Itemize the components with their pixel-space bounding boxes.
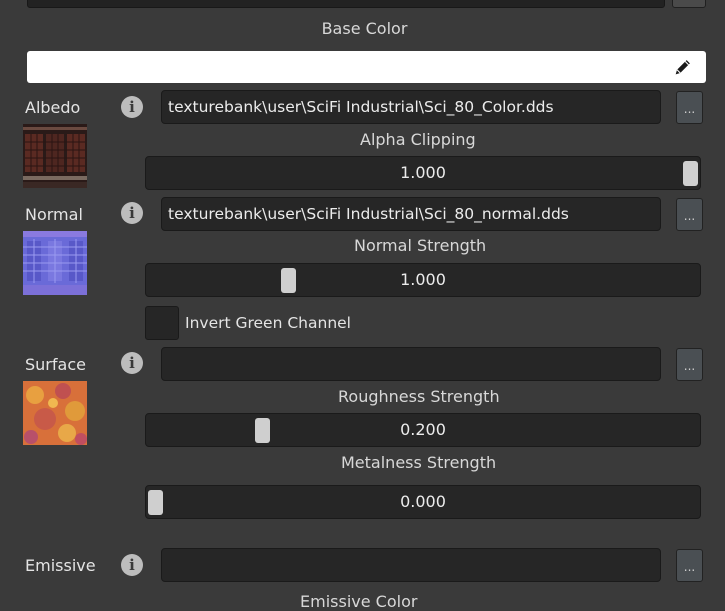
top-input-field[interactable]	[27, 0, 665, 8]
surface-path-field[interactable]	[161, 347, 661, 381]
roughness-strength-slider[interactable]: 0.200	[145, 413, 701, 447]
metalness-strength-title: Metalness Strength	[341, 453, 497, 472]
albedo-thumbnail[interactable]	[23, 124, 87, 188]
normal-thumbnail[interactable]	[23, 231, 87, 295]
emissive-label: Emissive	[25, 556, 96, 575]
normal-browse-button[interactable]: ...	[676, 198, 703, 231]
invert-green-label: Invert Green Channel	[185, 314, 351, 332]
pencil-icon[interactable]	[672, 56, 694, 78]
emissive-path-field[interactable]	[161, 548, 661, 582]
alpha-clipping-handle[interactable]	[683, 161, 698, 186]
normal-strength-handle[interactable]	[281, 268, 296, 293]
base-color-swatch[interactable]	[27, 51, 706, 83]
info-icon[interactable]: i	[121, 352, 143, 374]
albedo-browse-button[interactable]: ...	[676, 91, 703, 124]
surface-thumbnail[interactable]	[23, 381, 87, 445]
normal-path-field[interactable]: texturebank\user\SciFi Industrial\Sci_80…	[161, 197, 661, 231]
albedo-path-field[interactable]: texturebank\user\SciFi Industrial\Sci_80…	[161, 90, 661, 124]
normal-label: Normal	[25, 205, 83, 224]
surface-browse-button[interactable]: ...	[676, 348, 703, 381]
alpha-clipping-slider[interactable]: 1.000	[145, 156, 701, 190]
normal-strength-value: 1.000	[400, 270, 446, 289]
roughness-strength-handle[interactable]	[255, 418, 270, 443]
info-icon[interactable]: i	[121, 554, 143, 576]
alpha-clipping-title: Alpha Clipping	[360, 130, 476, 149]
normal-strength-title: Normal Strength	[354, 236, 487, 255]
metalness-strength-slider[interactable]: 0.000	[145, 485, 701, 519]
roughness-strength-title: Roughness Strength	[338, 387, 500, 406]
albedo-label: Albedo	[25, 98, 81, 117]
emissive-browse-button[interactable]: ...	[676, 549, 703, 582]
metalness-strength-value: 0.000	[400, 492, 446, 511]
emissive-color-title: Emissive Color	[300, 592, 418, 611]
roughness-strength-value: 0.200	[400, 420, 446, 439]
info-icon[interactable]: i	[121, 202, 143, 224]
invert-green-checkbox[interactable]	[145, 306, 179, 340]
surface-label: Surface	[25, 355, 86, 374]
normal-strength-slider[interactable]: 1.000	[145, 263, 701, 297]
metalness-strength-handle[interactable]	[148, 490, 163, 515]
base-color-title: Base Color	[321, 19, 408, 38]
alpha-clipping-value: 1.000	[400, 163, 446, 182]
top-browse-button[interactable]	[672, 0, 706, 8]
info-icon[interactable]: i	[121, 96, 143, 118]
